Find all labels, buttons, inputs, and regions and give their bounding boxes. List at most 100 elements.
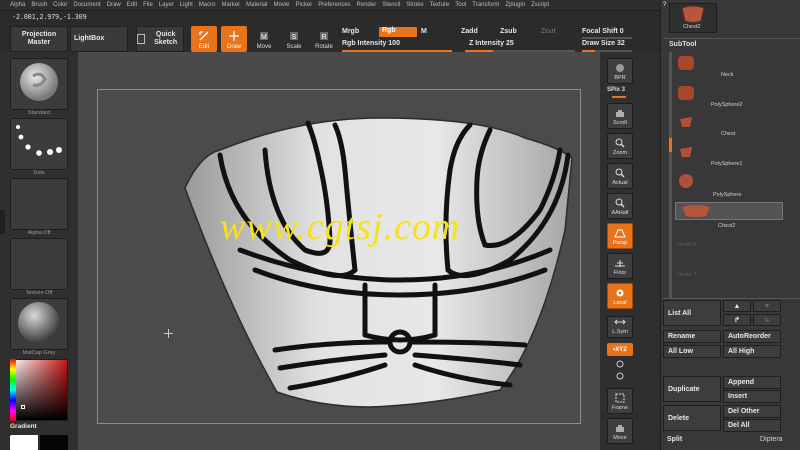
texture-thumbnail[interactable] (10, 238, 68, 290)
edit-icon (199, 31, 209, 41)
move-down-button[interactable]: ▼ (753, 300, 781, 312)
menu-item-picker[interactable]: Picker (296, 2, 313, 8)
zcut-toggle[interactable]: Zcut (541, 28, 556, 35)
chest-tool-icon (681, 5, 705, 23)
duplicate-button[interactable]: Duplicate (663, 376, 721, 402)
zsub-toggle[interactable]: Zsub (500, 28, 517, 35)
rgb-toggle[interactable]: Rgb (379, 27, 417, 37)
rotate-button[interactable]: R Rotate (311, 26, 337, 52)
subtool-scrollbar[interactable] (669, 52, 672, 298)
menu-item-preferences[interactable]: Preferences (318, 2, 350, 8)
zadd-toggle[interactable]: Zadd (461, 28, 478, 35)
menu-item-stroke[interactable]: Stroke (406, 2, 423, 8)
list-all-button[interactable]: List All (663, 300, 721, 326)
menu-item-marker[interactable]: Marker (221, 2, 240, 8)
frame-button[interactable]: Frame (607, 388, 633, 414)
insert-button[interactable]: Insert (723, 390, 781, 403)
menu-item-alpha[interactable]: Alpha (10, 2, 25, 8)
menu-item-color[interactable]: Color (53, 2, 67, 8)
chest-armor-model[interactable] (180, 110, 580, 420)
secondary-color-swatch[interactable] (40, 435, 68, 450)
floor-label: Floor (613, 270, 627, 276)
append-button[interactable]: Append (723, 376, 781, 389)
all-high-button[interactable]: All High (723, 345, 781, 358)
xyz-rotation-button[interactable]: •XYZ (607, 343, 633, 356)
subtool-item[interactable]: PolySphere (675, 172, 785, 198)
svg-text:S: S (292, 34, 297, 41)
del-all-button[interactable]: Del All (723, 419, 781, 432)
draw-button[interactable]: Draw (221, 26, 247, 52)
all-low-button[interactable]: All Low (663, 345, 721, 358)
menu-item-stencil[interactable]: Stencil (382, 2, 400, 8)
menu-item-layer[interactable]: Layer (159, 2, 174, 8)
auto-reorder-button[interactable]: AutoReorder (723, 330, 781, 343)
subtool-item[interactable]: PolySphere2 (675, 84, 785, 108)
stroke-thumbnail[interactable] (10, 118, 68, 170)
chest-mesh-icon (680, 117, 692, 127)
menu-item-texture[interactable]: Texture (430, 2, 450, 8)
menu-item-file[interactable]: File (143, 2, 153, 8)
delete-button[interactable]: Delete (663, 405, 721, 431)
menu-item-brush[interactable]: Brush (31, 2, 47, 8)
merge-down-button[interactable]: ↳ (753, 314, 781, 326)
subtool-name: Chest (721, 131, 736, 137)
lsym-button[interactable]: L.Sym (607, 316, 633, 338)
menu-item-tool[interactable]: Tool (455, 2, 466, 8)
menu-item-zplugin[interactable]: Zplugin (505, 2, 525, 8)
material-thumbnail[interactable] (10, 298, 68, 350)
left-shelf-collapse-handle[interactable] (0, 210, 5, 234)
menu-item-transform[interactable]: Transform (472, 2, 499, 8)
m-toggle[interactable]: M (421, 28, 427, 35)
bpr-button[interactable]: BPR (607, 58, 633, 84)
edit-button[interactable]: Edit (191, 26, 217, 52)
subtool-item[interactable]: Chest (675, 113, 785, 137)
subtool-item-selected[interactable]: Chest2 (675, 202, 783, 229)
color-picker-cursor[interactable] (21, 405, 25, 409)
hue-slider[interactable] (10, 359, 16, 421)
floor-button[interactable]: Floor (607, 253, 633, 279)
scroll-button[interactable]: Scroll (607, 103, 633, 129)
actual-label: Actual (612, 180, 628, 186)
corner-label: Diptera (760, 436, 783, 443)
local-button[interactable]: Local (607, 283, 633, 309)
aahalf-button[interactable]: AAHalf (607, 193, 633, 219)
quick-sketch-button[interactable]: Quick Sketch (136, 26, 184, 52)
lightbox-button[interactable]: LightBox (70, 26, 128, 52)
alpha-thumbnail[interactable] (10, 178, 68, 230)
menu-item-edit[interactable]: Edit (127, 2, 137, 8)
move-label: Move (256, 44, 272, 50)
bpr-label: BPR (614, 75, 626, 81)
del-other-button[interactable]: Del Other (723, 405, 781, 418)
subtool-panel-title[interactable]: SubTool (669, 41, 696, 48)
focal-shift-slider[interactable] (582, 37, 632, 39)
scale-button[interactable]: S Scale (281, 26, 307, 52)
merge-up-button[interactable]: ↱ (723, 314, 751, 326)
menu-item-draw[interactable]: Draw (107, 2, 121, 8)
menu-item-zscript[interactable]: Zscript (531, 2, 549, 8)
menu-item-material[interactable]: Material (246, 2, 267, 8)
projection-master-button[interactable]: Projection Master (10, 26, 68, 52)
actual-button[interactable]: Actual (607, 163, 633, 189)
rename-button[interactable]: Rename (663, 330, 721, 343)
split-section-header[interactable]: Split (667, 436, 682, 443)
main-color-swatch[interactable] (10, 435, 38, 450)
subtool-item[interactable]: Neck (675, 54, 785, 78)
menu-item-render[interactable]: Render (357, 2, 377, 8)
subtool-item[interactable]: PolySphere1 (675, 143, 785, 167)
subtool-scroll-thumb[interactable] (669, 138, 672, 152)
brush-thumbnail[interactable] (10, 58, 68, 110)
menu-item-document[interactable]: Document (73, 2, 100, 8)
mrgb-toggle[interactable]: Mrgb (342, 28, 359, 35)
persp-button[interactable]: Persp (607, 223, 633, 249)
rotation-axis-icons[interactable] (614, 359, 626, 383)
menu-item-macro[interactable]: Macro (199, 2, 216, 8)
menu-item-movie[interactable]: Movie (274, 2, 290, 8)
move-button[interactable]: M Move (251, 26, 277, 52)
move-view-button[interactable]: Move (607, 418, 633, 444)
color-picker-square[interactable] (10, 359, 68, 421)
polysphere-mesh-icon (680, 147, 692, 157)
zoom-button[interactable]: Zoom (607, 133, 633, 159)
move-up-button[interactable]: ▲ (723, 300, 751, 312)
spix-slider[interactable] (612, 96, 626, 98)
menu-item-light[interactable]: Light (180, 2, 193, 8)
